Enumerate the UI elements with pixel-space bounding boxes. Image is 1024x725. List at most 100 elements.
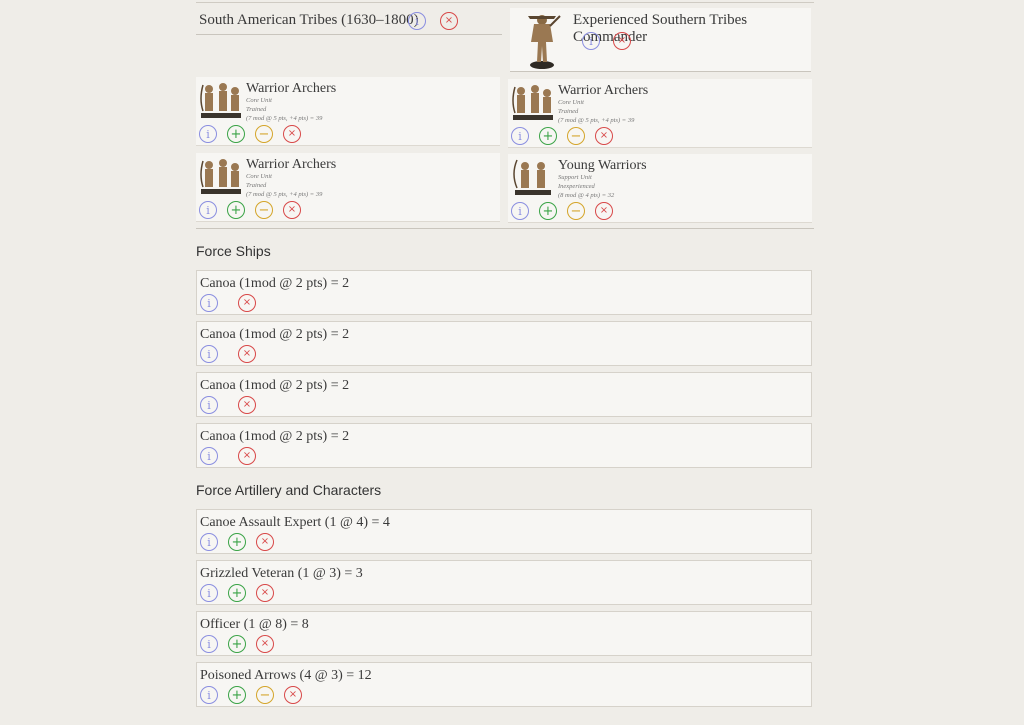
- unit-quality: Trained: [558, 108, 579, 115]
- unit-remove-button[interactable]: −: [255, 201, 273, 219]
- unit-add-button[interactable]: +: [227, 201, 245, 219]
- top-divider: [196, 2, 814, 3]
- ship-actions: i ×: [200, 294, 256, 312]
- unit-info-button[interactable]: i: [511, 202, 529, 220]
- ship-label: Canoa (1mod @ 2 pts) = 2: [200, 276, 350, 291]
- ship-info-button[interactable]: i: [200, 447, 218, 465]
- character-label: Canoe Assault Expert (1 @ 4) = 4: [200, 515, 390, 530]
- unit-info-button[interactable]: i: [199, 201, 217, 219]
- unit-card: Warrior Archers Core Unit Trained (7 mod…: [196, 153, 500, 222]
- unit-info-button[interactable]: i: [511, 127, 529, 145]
- character-info-button[interactable]: i: [200, 686, 218, 704]
- unit-delete-button[interactable]: ×: [595, 127, 613, 145]
- character-info-button[interactable]: i: [200, 635, 218, 653]
- unit-quality: Inexperienced: [558, 183, 595, 190]
- ship-actions: i ×: [200, 345, 256, 363]
- commander-title: Experienced Southern Tribes Commander: [573, 12, 748, 45]
- character-add-button[interactable]: +: [228, 635, 246, 653]
- character-delete-button[interactable]: ×: [256, 635, 274, 653]
- ship-delete-button[interactable]: ×: [238, 396, 256, 414]
- unit-name: Warrior Archers: [246, 81, 337, 96]
- tribe-info-button[interactable]: i: [408, 12, 426, 30]
- commander-delete-button[interactable]: ×: [613, 32, 631, 50]
- ship-item: Canoa (1mod @ 2 pts) = 2 i ×: [196, 270, 812, 315]
- character-add-button[interactable]: +: [228, 686, 246, 704]
- ship-label: Canoa (1mod @ 2 pts) = 2: [200, 378, 350, 393]
- unit-name: Warrior Archers: [558, 83, 649, 98]
- section-divider: [196, 228, 814, 229]
- unit-type: Core Unit: [246, 97, 272, 104]
- character-remove-button[interactable]: −: [256, 686, 274, 704]
- ship-actions: i ×: [200, 396, 256, 414]
- unit-name: Warrior Archers: [246, 157, 337, 172]
- character-add-button[interactable]: +: [228, 584, 246, 602]
- character-info-button[interactable]: i: [200, 584, 218, 602]
- section-title-ships: Force Ships: [196, 243, 271, 259]
- unit-card: Warrior Archers Core Unit Trained (7 mod…: [196, 77, 500, 146]
- unit-delete-button[interactable]: ×: [283, 125, 301, 143]
- character-info-button[interactable]: i: [200, 533, 218, 551]
- unit-remove-button[interactable]: −: [255, 125, 273, 143]
- unit-delete-button[interactable]: ×: [283, 201, 301, 219]
- unit-type: Core Unit: [246, 173, 272, 180]
- unit-add-button[interactable]: +: [539, 202, 557, 220]
- warrior-archers-image: [200, 159, 241, 194]
- tribe-row: South American Tribes (1630–1800) i ×: [196, 8, 502, 35]
- commander-figure-image: [528, 15, 561, 69]
- character-add-button[interactable]: +: [228, 533, 246, 551]
- character-actions: i + ×: [200, 533, 274, 551]
- ship-label: Canoa (1mod @ 2 pts) = 2: [200, 429, 350, 444]
- ship-delete-button[interactable]: ×: [238, 294, 256, 312]
- unit-info-button[interactable]: i: [199, 125, 217, 143]
- character-delete-button[interactable]: ×: [284, 686, 302, 704]
- character-item: Officer (1 @ 8) = 8 i + ×: [196, 611, 812, 656]
- commander-info-button[interactable]: i: [582, 32, 600, 50]
- tribe-delete-button[interactable]: ×: [440, 12, 458, 30]
- unit-add-button[interactable]: +: [539, 127, 557, 145]
- ship-item: Canoa (1mod @ 2 pts) = 2 i ×: [196, 372, 812, 417]
- character-actions: i + − ×: [200, 686, 302, 704]
- unit-delete-button[interactable]: ×: [595, 202, 613, 220]
- unit-name: Young Warriors: [558, 158, 647, 173]
- character-delete-button[interactable]: ×: [256, 584, 274, 602]
- ship-label: Canoa (1mod @ 2 pts) = 2: [200, 327, 350, 342]
- character-item: Poisoned Arrows (4 @ 3) = 12 i + − ×: [196, 662, 812, 707]
- character-item: Grizzled Veteran (1 @ 3) = 3 i + ×: [196, 560, 812, 605]
- unit-card: Warrior Archers Core Unit Trained (7 mod…: [508, 79, 812, 148]
- character-delete-button[interactable]: ×: [256, 533, 274, 551]
- unit-actions: i + − ×: [199, 125, 301, 143]
- warrior-archers-image: [200, 83, 241, 118]
- unit-quality: Trained: [246, 182, 267, 189]
- young-warriors-image: [513, 159, 551, 195]
- character-label: Poisoned Arrows (4 @ 3) = 12: [200, 668, 372, 683]
- warrior-archers-image: [512, 85, 553, 120]
- character-actions: i + ×: [200, 635, 274, 653]
- ship-actions: i ×: [200, 447, 256, 465]
- unit-cost: (7 mod @ 5 pts, +4 pts) = 39: [558, 117, 635, 124]
- ship-info-button[interactable]: i: [200, 345, 218, 363]
- unit-type: Support Unit: [558, 174, 592, 181]
- unit-type: Core Unit: [558, 99, 584, 106]
- unit-actions: i + − ×: [511, 127, 613, 145]
- character-label: Grizzled Veteran (1 @ 3) = 3: [200, 566, 363, 581]
- unit-cost: (8 mod @ 4 pts) = 32: [558, 192, 615, 199]
- ship-item: Canoa (1mod @ 2 pts) = 2 i ×: [196, 321, 812, 366]
- ship-delete-button[interactable]: ×: [238, 345, 256, 363]
- section-title-artillery: Force Artillery and Characters: [196, 482, 382, 498]
- ship-item: Canoa (1mod @ 2 pts) = 2 i ×: [196, 423, 812, 468]
- unit-cost: (7 mod @ 5 pts, +4 pts) = 39: [246, 115, 323, 122]
- character-item: Canoe Assault Expert (1 @ 4) = 4 i + ×: [196, 509, 812, 554]
- commander-card: Experienced Southern Tribes Commander i …: [510, 8, 811, 72]
- unit-add-button[interactable]: +: [227, 125, 245, 143]
- unit-remove-button[interactable]: −: [567, 127, 585, 145]
- character-label: Officer (1 @ 8) = 8: [200, 617, 309, 632]
- ship-delete-button[interactable]: ×: [238, 447, 256, 465]
- unit-cost: (7 mod @ 5 pts, +4 pts) = 39: [246, 191, 323, 198]
- ship-info-button[interactable]: i: [200, 396, 218, 414]
- character-actions: i + ×: [200, 584, 274, 602]
- ship-info-button[interactable]: i: [200, 294, 218, 312]
- unit-actions: i + − ×: [199, 201, 301, 219]
- tribe-label: South American Tribes (1630–1800): [199, 12, 419, 28]
- unit-remove-button[interactable]: −: [567, 202, 585, 220]
- unit-quality: Trained: [246, 106, 267, 113]
